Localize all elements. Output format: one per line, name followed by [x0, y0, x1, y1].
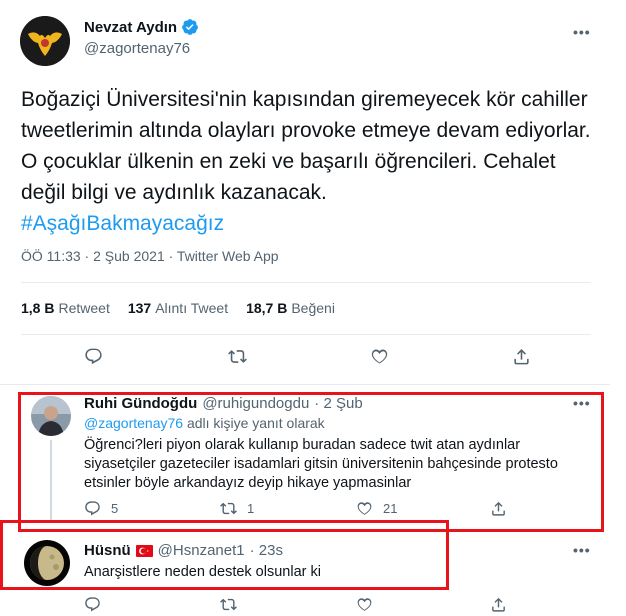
hashtag-link[interactable]: #AşağıBakmayacağız — [21, 208, 591, 239]
retweet-count: 1,8 B — [21, 300, 55, 316]
like-icon — [357, 598, 372, 611]
retweet-icon — [220, 598, 237, 611]
quote-count: 137 — [127, 300, 152, 316]
tweet-meta[interactable]: ÖÖ 11:33 · 2 Şub 2021 · Twitter Web App — [21, 248, 279, 264]
avatar[interactable] — [20, 16, 70, 66]
divider — [21, 334, 591, 335]
reply-button[interactable] — [84, 596, 101, 613]
reply-icon — [85, 348, 102, 365]
retweet-stat[interactable]: 1,8 B Retweet — [21, 300, 110, 316]
like-icon — [371, 349, 388, 364]
retweet-icon — [228, 350, 247, 363]
like-stat[interactable]: 18,7 B Beğeni — [246, 300, 335, 316]
tweet-stats: 1,8 B Retweet 137 Alıntı Tweet 18,7 B Beğen… — [21, 300, 335, 316]
tweet-text: Boğaziçi Üniversitesi'nin kapısından gir… — [21, 84, 591, 239]
share-button[interactable] — [512, 347, 531, 366]
verified-badge-icon — [182, 19, 198, 35]
author-name-text[interactable]: Nevzat Aydın — [84, 19, 177, 36]
tweet-body: Boğaziçi Üniversitesi'nin kapısından gir… — [21, 88, 591, 204]
quote-label: Alıntı Tweet — [155, 300, 229, 316]
author-handle[interactable]: @zagortenay76 — [84, 40, 190, 57]
highlight-box-reply-2 — [0, 520, 449, 590]
quote-stat[interactable]: 137 Alıntı Tweet — [128, 300, 228, 316]
like-button[interactable] — [370, 347, 389, 366]
divider — [0, 384, 610, 385]
share-icon — [514, 349, 529, 365]
retweet-label: Retweet — [58, 300, 110, 316]
retweet-button[interactable] — [228, 347, 247, 366]
more-icon[interactable]: ••• — [573, 24, 591, 40]
like-button[interactable] — [356, 596, 373, 613]
author-name[interactable]: Nevzat Aydın — [84, 18, 199, 36]
highlight-box-reply-1 — [18, 392, 604, 532]
share-button[interactable] — [490, 596, 507, 613]
more-icon[interactable]: ••• — [573, 542, 591, 558]
share-icon — [492, 597, 505, 612]
reply-icon — [85, 597, 100, 612]
like-label: Beğeni — [291, 300, 335, 316]
like-count: 18,7 B — [246, 300, 288, 316]
avatar-image — [20, 16, 70, 66]
divider — [21, 282, 591, 283]
retweet-button[interactable] — [220, 596, 237, 613]
reply-button[interactable] — [84, 347, 103, 366]
